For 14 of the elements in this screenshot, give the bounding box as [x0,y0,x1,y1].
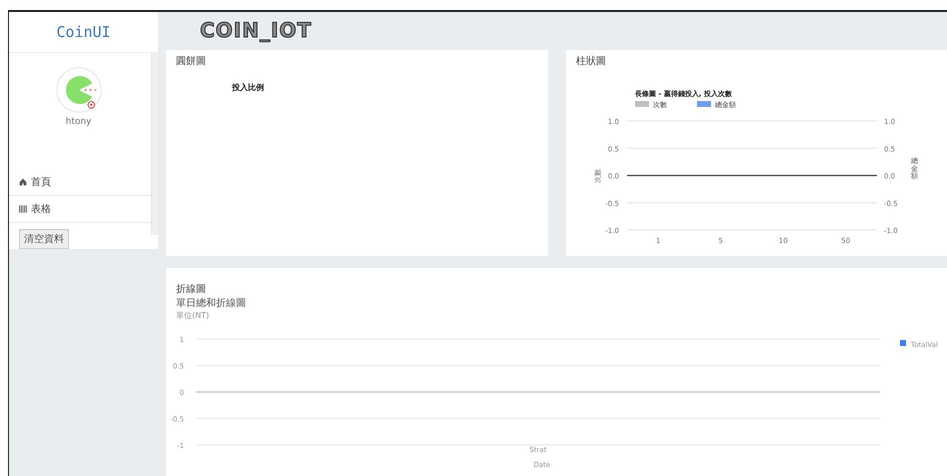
logo-text: CoinUI [9,12,158,52]
home-icon [19,178,27,186]
clear-data-button[interactable]: 清空資料 [19,229,69,249]
card-title: 圓餅圖 [175,55,207,68]
chart-title: 投入比例 [232,82,265,93]
card-title: 柱狀圖 [575,54,607,68]
table-icon [19,205,27,213]
card-title: 折線圖 [175,283,207,296]
chart-subtitle: 單日總和折線圖 [175,296,247,310]
app-title: COIN_IOT [200,18,312,42]
unit-label: 單位(NT) [175,310,210,321]
menu-item[interactable]: 表格 [9,196,151,223]
menu-item[interactable]: 首頁 [9,169,151,196]
user-name: htony [66,117,92,127]
